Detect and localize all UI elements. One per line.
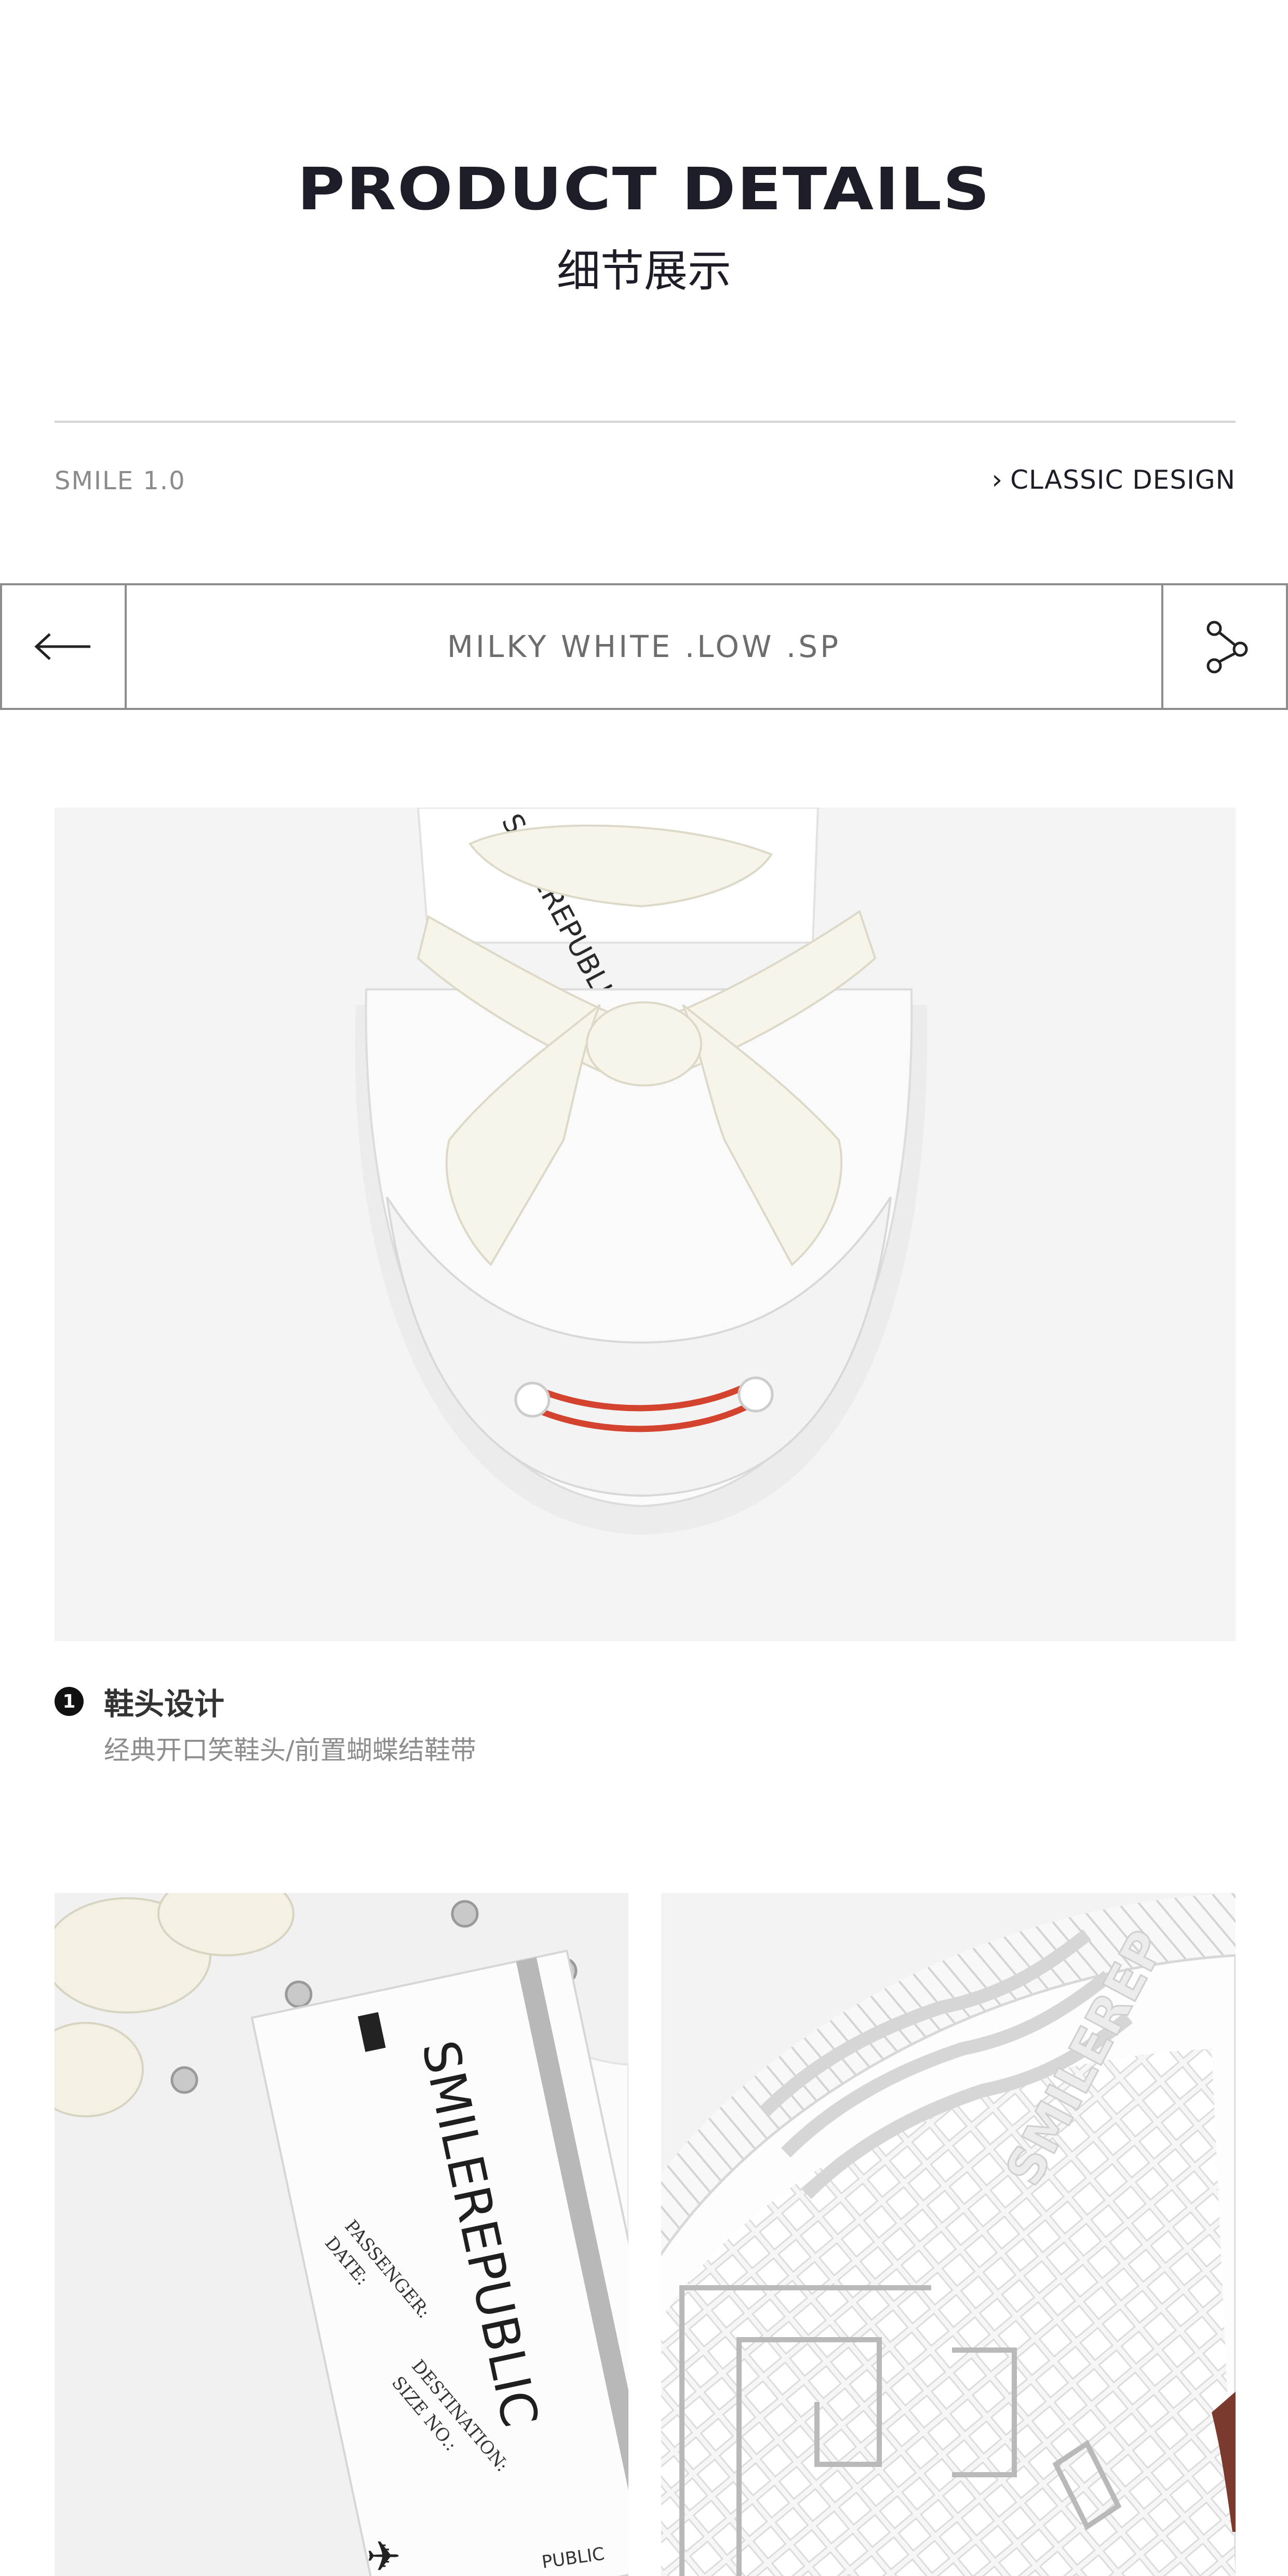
plane-icon: ✈ bbox=[366, 2532, 401, 2576]
share-icon bbox=[1206, 621, 1248, 674]
page-subtitle: 细节展示 bbox=[556, 246, 731, 297]
outsole-detail-photo: SMILEREP bbox=[661, 1893, 1236, 2576]
tag-detail-photo: SMILEREPUBLIC PASSENGER: DATE: DESTINATI… bbox=[55, 1893, 628, 2576]
caption-number-badge: 1 bbox=[55, 1687, 84, 1716]
caption-description: 经典开口笑鞋头/前置蝴蝶结鞋带 bbox=[104, 1735, 476, 1765]
arrow-left-icon bbox=[34, 633, 90, 660]
product-nav-bar: MILKY WHITE .LOW .SP bbox=[0, 583, 1288, 710]
classic-design-link[interactable]: › CLASSIC DESIGN bbox=[991, 464, 1236, 495]
classic-design-label: CLASSIC DESIGN bbox=[1010, 465, 1236, 495]
shoe-toe-photo: SMILEREPUBLIC bbox=[55, 808, 1236, 1641]
back-button[interactable] bbox=[2, 585, 127, 708]
caption-title: 鞋头设计 bbox=[104, 1686, 225, 1722]
product-name: MILKY WHITE .LOW .SP bbox=[447, 629, 841, 664]
series-label: SMILE 1.0 bbox=[55, 466, 186, 495]
share-button[interactable] bbox=[1161, 585, 1286, 708]
page-title: PRODUCT DETAILS bbox=[297, 156, 991, 223]
divider bbox=[55, 421, 1236, 423]
chevron-right-icon: › bbox=[991, 464, 1003, 495]
